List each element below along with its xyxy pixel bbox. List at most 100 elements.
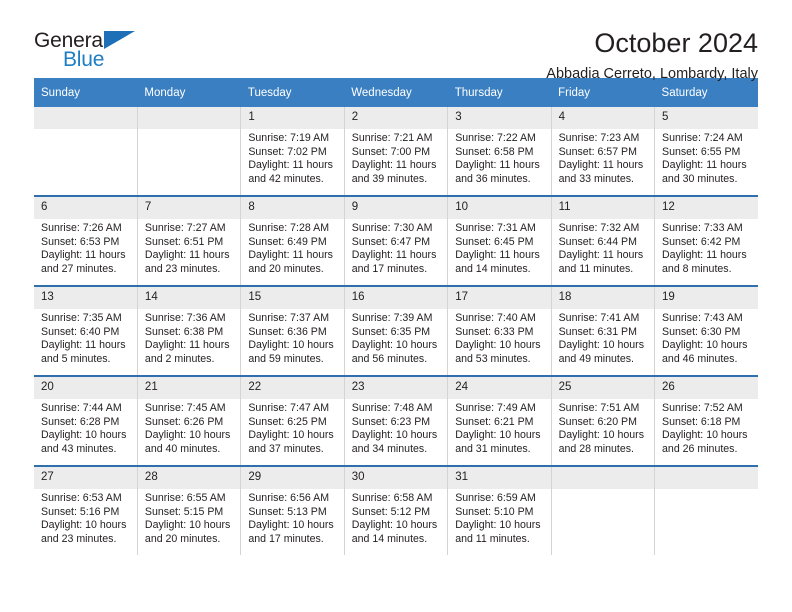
daylight-text: Daylight: 10 hours and 23 minutes. — [41, 519, 127, 545]
sunset-text: Sunset: 6:40 PM — [41, 325, 120, 338]
sunrise-text: Sunrise: 7:27 AM — [144, 222, 226, 234]
calendar-day-cell[interactable]: 28 Sunrise: 6:55 AM Sunset: 5:15 PM Dayligh… — [137, 465, 242, 555]
sunset-text: Sunset: 6:51 PM — [144, 235, 224, 248]
daylight-text: Daylight: 10 hours and 20 minutes. — [144, 519, 231, 545]
sunset-text: Sunset: 6:23 PM — [351, 415, 431, 428]
daylight-text: Daylight: 11 hours and 20 minutes. — [248, 249, 333, 275]
calendar-day-cell[interactable]: 26 Sunrise: 7:52 AM Sunset: 6:18 PM Dayligh… — [654, 375, 758, 466]
sunrise-text: Sunrise: 7:22 AM — [455, 132, 536, 144]
daylight-text: Daylight: 11 hours and 36 minutes. — [455, 159, 540, 185]
day-cell-inner: 22 Sunrise: 7:47 AM Sunset: 6:25 PM Dayligh… — [241, 377, 344, 465]
calendar-day-cell[interactable]: 7 Sunrise: 7:27 AM Sunset: 6:51 PM Daylight… — [137, 195, 242, 286]
daylight-text: Daylight: 10 hours and 40 minutes. — [144, 429, 231, 455]
day-cell-inner: 7 Sunrise: 7:27 AM Sunset: 6:51 PM Daylight… — [137, 197, 241, 285]
day-number: 14 — [137, 287, 241, 309]
general-blue-logo[interactable]: General Blue — [34, 28, 164, 76]
logo-triangle-icon — [104, 31, 135, 49]
calendar-day-cell[interactable]: 11 Sunrise: 7:32 AM Sunset: 6:44 PM Dayligh… — [551, 195, 656, 286]
calendar-day-cell[interactable]: 1 Sunrise: 7:19 AM Sunset: 7:02 PM Daylight… — [240, 107, 345, 196]
daylight-text: Daylight: 10 hours and 14 minutes. — [351, 519, 438, 545]
daylight-text: Daylight: 11 hours and 14 minutes. — [455, 249, 540, 275]
calendar-day-cell[interactable]: 8 Sunrise: 7:28 AM Sunset: 6:49 PM Daylight… — [240, 195, 345, 286]
sunrise-text: Sunrise: 7:26 AM — [41, 222, 122, 234]
day-number — [655, 467, 758, 489]
sunrise-text: Sunrise: 7:32 AM — [558, 222, 640, 234]
calendar-day-cell[interactable]: 9 Sunrise: 7:30 AM Sunset: 6:47 PM Daylight… — [344, 195, 449, 286]
sunset-text: Sunset: 6:35 PM — [351, 325, 431, 338]
day-details: Sunrise: 7:44 AM Sunset: 6:28 PM Daylight:… — [34, 399, 137, 456]
calendar-empty-cell — [34, 107, 138, 196]
day-details: Sunrise: 7:36 AM Sunset: 6:38 PM Daylight:… — [138, 309, 240, 366]
calendar-day-cell[interactable]: 21 Sunrise: 7:45 AM Sunset: 6:26 PM Dayligh… — [137, 375, 242, 466]
day-details: Sunrise: 7:31 AM Sunset: 6:45 PM Daylight:… — [448, 219, 550, 276]
sunrise-text: Sunrise: 7:39 AM — [351, 312, 433, 324]
day-number: 18 — [551, 287, 655, 309]
day-cell-inner: 28 Sunrise: 6:55 AM Sunset: 5:15 PM Dayligh… — [137, 467, 241, 555]
sunset-text: Sunset: 5:13 PM — [248, 505, 327, 518]
day-number: 11 — [551, 197, 655, 219]
calendar-day-cell[interactable]: 10 Sunrise: 7:31 AM Sunset: 6:45 PM Dayligh… — [447, 195, 552, 286]
day-number: 13 — [34, 287, 137, 309]
calendar-day-cell[interactable]: 16 Sunrise: 7:39 AM Sunset: 6:35 PM Dayligh… — [344, 285, 449, 376]
day-details: Sunrise: 7:43 AM Sunset: 6:30 PM Daylight:… — [655, 309, 758, 366]
calendar-day-cell[interactable]: 20 Sunrise: 7:44 AM Sunset: 6:28 PM Dayligh… — [34, 375, 138, 466]
sunrise-text: Sunrise: 6:55 AM — [144, 492, 226, 504]
calendar-day-cell[interactable]: 23 Sunrise: 7:48 AM Sunset: 6:23 PM Dayligh… — [344, 375, 449, 466]
day-number: 28 — [137, 467, 241, 489]
day-number: 22 — [241, 377, 344, 399]
calendar-week-row: 27 Sunrise: 6:53 AM Sunset: 5:16 PM Dayligh… — [34, 465, 758, 555]
day-number: 16 — [344, 287, 448, 309]
day-number: 27 — [34, 467, 137, 489]
calendar-day-cell[interactable]: 2 Sunrise: 7:21 AM Sunset: 7:00 PM Daylight… — [344, 107, 449, 196]
calendar-day-cell[interactable]: 22 Sunrise: 7:47 AM Sunset: 6:25 PM Dayligh… — [240, 375, 345, 466]
calendar-day-cell[interactable]: 13 Sunrise: 7:35 AM Sunset: 6:40 PM Dayligh… — [34, 285, 138, 376]
calendar-day-cell[interactable]: 25 Sunrise: 7:51 AM Sunset: 6:20 PM Dayligh… — [551, 375, 656, 466]
calendar-week-row: 1 Sunrise: 7:19 AM Sunset: 7:02 PM Daylight… — [34, 107, 758, 196]
calendar-day-cell[interactable]: 29 Sunrise: 6:56 AM Sunset: 5:13 PM Dayligh… — [240, 465, 345, 555]
sunset-text: Sunset: 6:47 PM — [351, 235, 431, 248]
calendar-day-cell[interactable]: 18 Sunrise: 7:41 AM Sunset: 6:31 PM Dayligh… — [551, 285, 656, 376]
calendar-day-cell[interactable]: 3 Sunrise: 7:22 AM Sunset: 6:58 PM Daylight… — [447, 107, 552, 196]
sunset-text: Sunset: 6:55 PM — [662, 145, 741, 158]
calendar-day-cell[interactable]: 5 Sunrise: 7:24 AM Sunset: 6:55 PM Daylight… — [654, 107, 758, 196]
day-number — [34, 107, 137, 129]
day-number: 7 — [137, 197, 241, 219]
calendar-day-cell[interactable]: 17 Sunrise: 7:40 AM Sunset: 6:33 PM Dayligh… — [447, 285, 552, 376]
calendar-day-cell[interactable]: 12 Sunrise: 7:33 AM Sunset: 6:42 PM Dayligh… — [654, 195, 758, 286]
day-cell-inner: 14 Sunrise: 7:36 AM Sunset: 6:38 PM Dayligh… — [137, 287, 241, 375]
day-details: Sunrise: 7:41 AM Sunset: 6:31 PM Daylight:… — [552, 309, 654, 366]
daylight-text: Daylight: 10 hours and 56 minutes. — [351, 339, 438, 365]
calendar-day-cell[interactable]: 24 Sunrise: 7:49 AM Sunset: 6:21 PM Dayligh… — [447, 375, 552, 466]
sunset-text: Sunset: 6:57 PM — [558, 145, 637, 158]
day-cell-inner: 29 Sunrise: 6:56 AM Sunset: 5:13 PM Dayligh… — [241, 467, 344, 555]
calendar-day-cell[interactable]: 30 Sunrise: 6:58 AM Sunset: 5:12 PM Dayligh… — [344, 465, 449, 555]
sunset-text: Sunset: 7:00 PM — [351, 145, 431, 158]
daylight-text: Daylight: 10 hours and 37 minutes. — [248, 429, 334, 455]
page-subtitle: Abbadia Cerreto, Lombardy, Italy — [546, 66, 758, 82]
calendar-day-cell[interactable]: 14 Sunrise: 7:36 AM Sunset: 6:38 PM Dayligh… — [137, 285, 242, 376]
calendar-day-cell[interactable]: 19 Sunrise: 7:43 AM Sunset: 6:30 PM Dayligh… — [654, 285, 758, 376]
day-number: 21 — [137, 377, 241, 399]
day-details: Sunrise: 6:56 AM Sunset: 5:13 PM Daylight:… — [241, 489, 343, 546]
day-details: Sunrise: 6:55 AM Sunset: 5:15 PM Daylight:… — [138, 489, 240, 546]
day-cell-inner — [655, 467, 758, 555]
sunset-text: Sunset: 6:53 PM — [41, 235, 120, 248]
daylight-text: Daylight: 11 hours and 30 minutes. — [662, 159, 747, 185]
daylight-text: Daylight: 11 hours and 33 minutes. — [558, 159, 644, 185]
daylight-text: Daylight: 10 hours and 28 minutes. — [558, 429, 644, 455]
day-number: 1 — [241, 107, 344, 129]
daylight-text: Daylight: 10 hours and 59 minutes. — [248, 339, 334, 365]
day-cell-inner: 2 Sunrise: 7:21 AM Sunset: 7:00 PM Daylight… — [344, 107, 448, 195]
sunset-text: Sunset: 6:25 PM — [248, 415, 327, 428]
day-cell-inner: 5 Sunrise: 7:24 AM Sunset: 6:55 PM Daylight… — [655, 107, 758, 195]
calendar-day-cell[interactable]: 4 Sunrise: 7:23 AM Sunset: 6:57 PM Daylight… — [551, 107, 656, 196]
weekday-header-tuesday: Tuesday — [240, 78, 345, 107]
calendar-day-cell[interactable]: 15 Sunrise: 7:37 AM Sunset: 6:36 PM Dayligh… — [240, 285, 345, 376]
calendar-day-cell[interactable]: 6 Sunrise: 7:26 AM Sunset: 6:53 PM Daylight… — [34, 195, 138, 286]
sunrise-text: Sunrise: 7:33 AM — [662, 222, 743, 234]
sunset-text: Sunset: 6:36 PM — [248, 325, 327, 338]
sunrise-text: Sunrise: 7:23 AM — [558, 132, 640, 144]
calendar-day-cell[interactable]: 31 Sunrise: 6:59 AM Sunset: 5:10 PM Dayligh… — [447, 465, 552, 555]
sunset-text: Sunset: 6:30 PM — [662, 325, 741, 338]
calendar-day-cell[interactable]: 27 Sunrise: 6:53 AM Sunset: 5:16 PM Dayligh… — [34, 465, 138, 555]
